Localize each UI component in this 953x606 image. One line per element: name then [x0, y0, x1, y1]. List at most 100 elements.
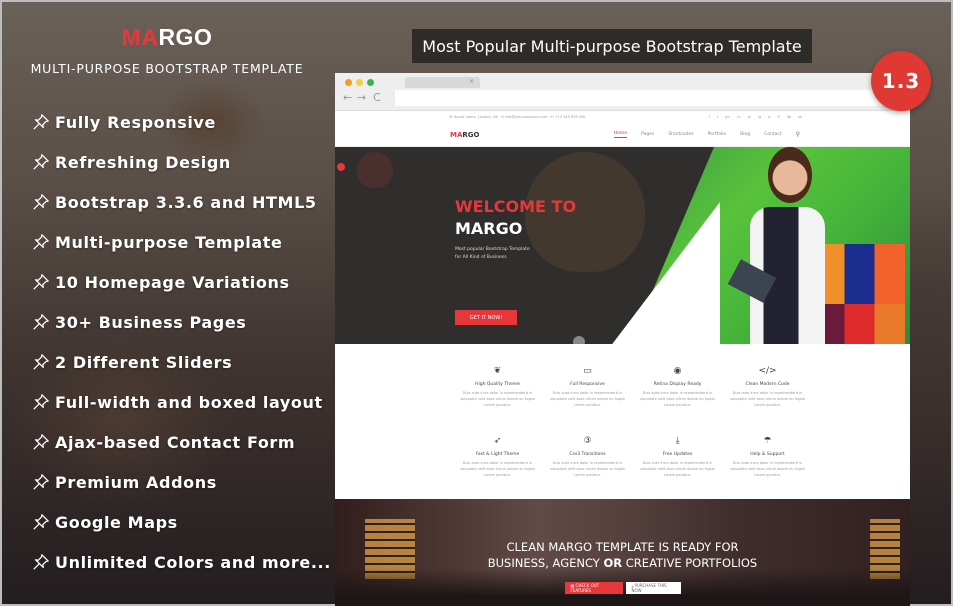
service-item: ◉ Retina Display Ready Duis aute irure dol…: [633, 366, 723, 430]
hero-slider: WELCOME TO MARGO Most popular Bootstrap …: [335, 147, 910, 344]
monitor-icon: ▭: [583, 366, 592, 376]
social-icon[interactable]: in: [737, 115, 740, 119]
service-title: High Quality Theme: [475, 382, 520, 387]
service-description: Duis aute irure dolor in reprehenderit i…: [730, 391, 805, 407]
code-icon: </>: [758, 366, 777, 376]
forward-arrow-icon[interactable]: →: [357, 91, 366, 105]
service-title: Retina Display Ready: [653, 382, 702, 387]
feature-item: 2 Different Sliders: [32, 342, 331, 382]
feature-item: 10 Homepage Variations: [32, 262, 331, 302]
window-maximize-dot[interactable]: [367, 79, 374, 86]
window-minimize-dot[interactable]: [356, 79, 363, 86]
site-menu: Home Pages Shortcodes Portfolio Blog Contact ⚲: [613, 131, 800, 138]
pushpin-icon: [33, 474, 49, 490]
social-icons: f t g+ in yt ig p fl db sk: [709, 115, 802, 119]
slider-indicator-icon[interactable]: [337, 163, 345, 171]
social-icon[interactable]: t: [717, 115, 718, 119]
download-icon: ⤓: [675, 435, 680, 446]
pushpin-icon: [33, 274, 49, 290]
window-close-dot[interactable]: [345, 79, 352, 86]
hero-text: WELCOME TO MARGO Most popular Bootstrap …: [455, 197, 576, 262]
cta-buttons: ▦ CHECK OUT FEATURES ⤓ PURCHASE THIS NOW: [335, 582, 910, 594]
brand-logo: MARGO: [121, 24, 213, 50]
reload-icon[interactable]: C: [373, 91, 381, 105]
feature-item: Ajax-based Contact Form: [32, 422, 331, 462]
css3-icon: ③: [583, 435, 592, 446]
get-it-now-button[interactable]: GET IT NOW!: [455, 310, 517, 325]
pushpin-icon: [33, 114, 49, 130]
social-icon[interactable]: fl: [777, 115, 779, 119]
service-description: Duis aute irure dolor in reprehenderit i…: [460, 391, 535, 407]
service-description: Duis aute irure dolor in reprehenderit i…: [640, 460, 715, 477]
service-item: ❦ High Quality Theme Duis aute irure dolor…: [453, 366, 543, 430]
pushpin-icon: [33, 434, 49, 450]
scroll-down-icon[interactable]: [573, 336, 585, 344]
menu-item-contact[interactable]: Contact: [764, 132, 782, 137]
feature-item: Bootstrap 3.3.6 and HTML5: [32, 182, 331, 222]
service-item: ➶ Fast & Light Theme Duis aute irure dolor…: [453, 436, 543, 500]
pushpin-icon: [33, 514, 49, 530]
leaf-icon: ❦: [493, 366, 502, 376]
menu-item-shortcodes[interactable]: Shortcodes: [668, 132, 693, 137]
address-bar[interactable]: [395, 90, 902, 106]
social-icon[interactable]: p: [768, 115, 770, 119]
hero-title: MARGO: [455, 219, 523, 238]
search-icon[interactable]: ⚲: [796, 131, 800, 138]
service-item: </> Clean Modern Code Duis aute irure dolo…: [723, 366, 813, 430]
browser-tab[interactable]: ×: [405, 77, 480, 88]
feature-item: Multi-purpose Template: [32, 222, 331, 262]
cta-section: CLEAN MARGO TEMPLATE IS READY FOR BUSINE…: [335, 499, 910, 606]
pushpin-icon: [33, 234, 49, 250]
social-icon[interactable]: db: [787, 115, 791, 119]
social-icon[interactable]: f: [709, 115, 710, 119]
brand-header: MARGO MULTI-PURPOSE BOOTSTRAP TEMPLATE: [2, 24, 332, 76]
service-description: Duis aute irure dolor in reprehenderit i…: [550, 460, 625, 477]
check-out-features-button[interactable]: ▦ CHECK OUT FEATURES: [564, 582, 623, 594]
social-icon[interactable]: ig: [758, 115, 761, 119]
site-logo[interactable]: MARGO: [450, 131, 479, 139]
topbar-contact: Ⓜ House name, London, UK · ✉ info@yourco…: [449, 114, 586, 119]
service-description: Duis aute irure dolor in reprehenderit i…: [550, 391, 625, 407]
service-item: ▭ Full Responsive Duis aute irure dolor in…: [543, 366, 633, 430]
service-title: Full Responsive: [570, 382, 605, 387]
hero-subtitle: Most popular Bootstrap Template for All …: [455, 247, 530, 260]
service-title: Free Updates: [662, 451, 693, 457]
social-icon[interactable]: g+: [725, 115, 730, 119]
pushpin-icon: [33, 554, 49, 570]
menu-item-portfolio[interactable]: Portfolio: [708, 132, 727, 137]
service-title: Css3 Transitions: [569, 451, 606, 457]
menu-item-pages[interactable]: Pages: [641, 132, 654, 137]
service-title: Clean Modern Code: [745, 382, 790, 387]
service-item: ③ Css3 Transitions Duis aute irure dolor i…: [543, 436, 633, 500]
version-badge: 1.3: [871, 51, 931, 111]
feature-item: Fully Responsive: [32, 102, 331, 142]
browser-chrome: × ← → C: [335, 73, 910, 111]
pushpin-icon: [33, 154, 49, 170]
feature-item: 30+ Business Pages: [32, 302, 331, 342]
back-arrow-icon[interactable]: ←: [343, 91, 352, 105]
service-description: Duis aute irure dolor in reprehenderit i…: [460, 460, 535, 477]
pushpin-icon: [33, 354, 49, 370]
feature-item: Full-width and boxed layout: [32, 382, 331, 422]
menu-item-home[interactable]: Home: [613, 131, 628, 138]
brand-tagline: MULTI-PURPOSE BOOTSTRAP TEMPLATE: [30, 61, 304, 76]
eye-icon: ◉: [673, 366, 682, 376]
rocket-icon: ➶: [493, 435, 502, 446]
pushpin-icon: [33, 394, 49, 410]
service-description: Duis aute irure dolor in reprehenderit i…: [640, 391, 715, 407]
menu-item-blog[interactable]: Blog: [740, 132, 750, 137]
site-navbar: MARGO Home Pages Shortcodes Portfolio Blog Co…: [335, 123, 910, 147]
social-icon[interactable]: sk: [798, 115, 802, 119]
umbrella-icon: ☂: [763, 435, 772, 446]
service-title: Fast & Light Theme: [475, 451, 520, 457]
pushpin-icon: [33, 314, 49, 330]
services-grid: ❦ High Quality Theme Duis aute irure dolor…: [355, 344, 910, 499]
social-icon[interactable]: yt: [748, 115, 751, 119]
feature-item: Google Maps: [32, 502, 331, 542]
purchase-button[interactable]: ⤓ PURCHASE THIS NOW: [625, 582, 681, 594]
service-title: Help & Support: [750, 451, 785, 457]
pushpin-icon: [33, 194, 49, 210]
cta-title: CLEAN MARGO TEMPLATE IS READY FOR BUSINE…: [487, 540, 758, 570]
feature-item: Unlimited Colors and more...: [32, 542, 331, 582]
tab-close-icon[interactable]: ×: [469, 79, 474, 85]
